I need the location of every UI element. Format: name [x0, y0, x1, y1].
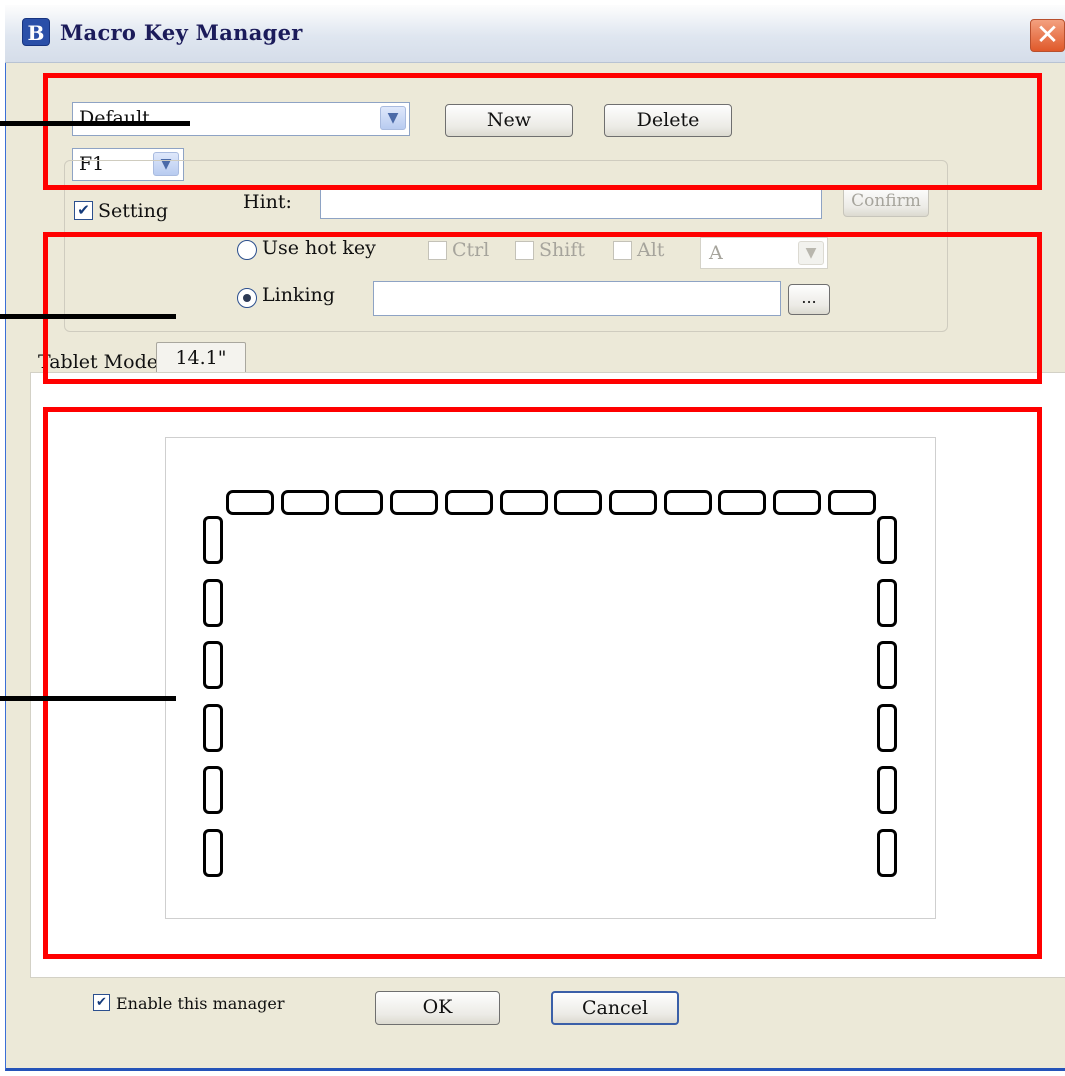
- hint-label: Hint:: [243, 191, 292, 213]
- close-icon: ✕: [1035, 18, 1060, 51]
- highlight-box-keypad: [43, 407, 1042, 959]
- app-logo-icon: B: [22, 18, 50, 46]
- pointer-line-profile: [0, 121, 190, 126]
- highlight-box-profile: [43, 73, 1042, 190]
- enable-manager-checkbox[interactable]: ✔: [93, 994, 110, 1011]
- pointer-line-settings: [0, 314, 176, 319]
- pointer-line-keypad: [0, 696, 176, 701]
- ok-button[interactable]: OK: [375, 991, 500, 1025]
- confirm-button[interactable]: Confirm: [843, 186, 929, 217]
- setting-label: Setting: [98, 200, 169, 222]
- cancel-button[interactable]: Cancel: [551, 991, 679, 1025]
- window-title: Macro Key Manager: [60, 20, 303, 45]
- setting-checkbox[interactable]: ✔: [74, 201, 93, 220]
- hint-input[interactable]: [320, 188, 822, 219]
- highlight-box-settings: [43, 232, 1042, 384]
- enable-manager-label: Enable this manager: [116, 994, 285, 1013]
- close-button[interactable]: ✕: [1030, 19, 1065, 52]
